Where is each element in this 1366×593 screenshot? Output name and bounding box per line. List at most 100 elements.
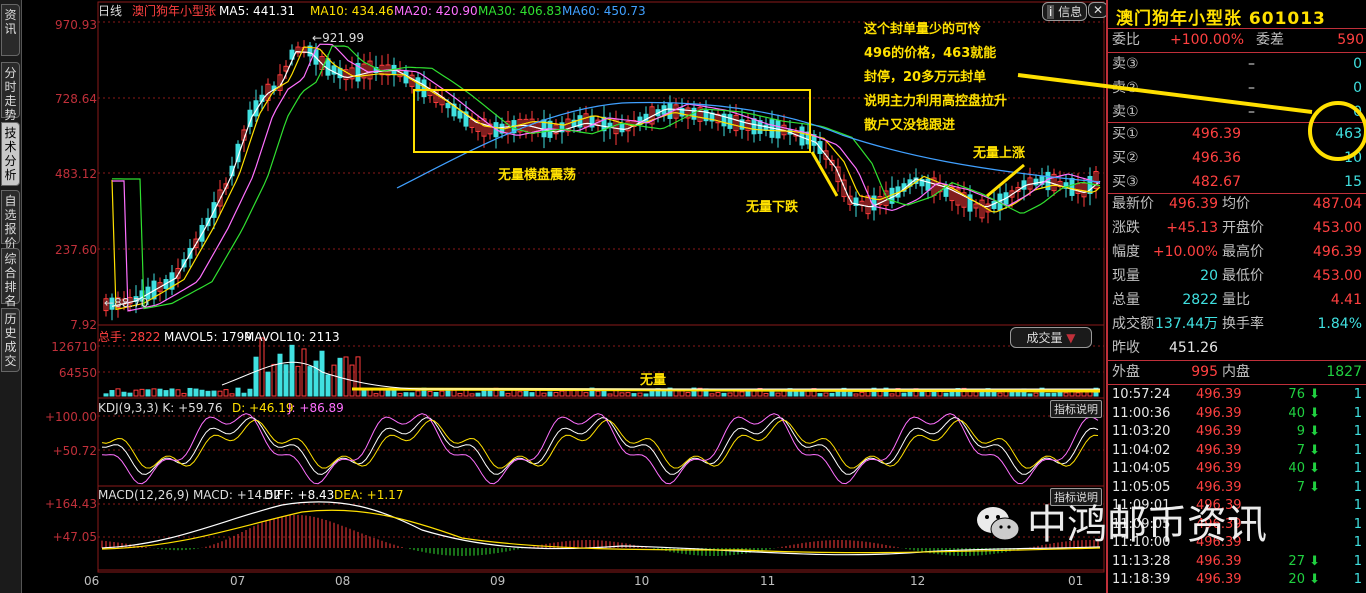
tick-volume: 40 ⬇ (1288, 461, 1320, 476)
tick-row: 11:18:39 496.39 20 ⬇ 1 (1108, 571, 1366, 589)
volume-bar (163, 390, 169, 397)
volume-bar (235, 387, 241, 397)
volume-bar (853, 393, 859, 397)
volume-bar (145, 389, 151, 397)
kdj-tick: +100.00 (44, 410, 97, 424)
month-tick: 11 (760, 574, 776, 588)
macd-tick: +164.43 (44, 497, 97, 511)
volume-bar (817, 393, 823, 397)
price-tick: 7.92 (70, 318, 97, 332)
month-tick: 08 (335, 574, 351, 588)
quote-cell: 137.44万 (1155, 316, 1218, 332)
quote-cell: 496.39 (1196, 572, 1242, 587)
quote-cell: 1 (1353, 442, 1362, 458)
tick-row: 11:13:28 496.39 27 ⬇ 1 (1108, 553, 1366, 571)
volume-bar (517, 391, 523, 397)
quote-cell: 10 (1344, 150, 1362, 166)
volume-bar (799, 390, 805, 397)
macd-title: MACD(12,26,9) MACD: +14.52 (98, 488, 282, 502)
quote-cell: +45.13 (1166, 220, 1218, 236)
macd-diff-label: DIFF: +8.43 (264, 488, 335, 502)
quote-cell: 496.39 (1196, 553, 1242, 569)
quote-cell: 昨收 (1112, 340, 1140, 356)
volume-bar (403, 392, 409, 397)
side-tab-3[interactable]: 技术分析 (1, 122, 20, 186)
quote-cell: 496.39 (1196, 461, 1242, 476)
quote-cell: 20 (1200, 268, 1218, 284)
quote-cell: 10:57:24 (1112, 387, 1171, 402)
month-tick: 07 (230, 574, 246, 588)
volume-bar (373, 393, 379, 397)
tick-volume: 20 ⬇ (1288, 572, 1320, 587)
side-tab-2[interactable]: 分时走势 (1, 62, 20, 122)
quote-cell: 1.84% (1317, 316, 1362, 332)
volume-annotation: 无量 (640, 373, 667, 388)
volume-bar (541, 392, 547, 397)
stock-name-label: 澳门狗年小型张 (132, 4, 217, 18)
note-line: 这个封单量少的可怜 (864, 22, 982, 37)
quote-cell: 买① (1112, 126, 1139, 142)
quote-cell: 496.39 (1196, 405, 1242, 421)
kdj-title: KDJ(9,3,3) K: +59.76 (98, 401, 223, 415)
volume-bar (241, 392, 247, 397)
volume-bar (115, 388, 121, 397)
volume-bar (679, 390, 685, 397)
quote-cell: 1827 (1326, 364, 1362, 380)
note-line: 496的价格，463就能 (864, 46, 997, 61)
month-tick: 09 (490, 574, 506, 588)
candle-body (751, 118, 757, 135)
outer-inner-row: 外盘 995 内盘 1827 (1108, 361, 1366, 384)
price-tick: 728.64 (55, 92, 97, 106)
quote-cell: 496.39 (1196, 387, 1242, 402)
quote-cell: 量比 (1222, 292, 1250, 308)
ma30-label: MA30: 406.83 (478, 4, 562, 18)
info-button[interactable]: i 信息 (1042, 2, 1088, 21)
volume-bar (1045, 392, 1051, 397)
quote-title: 澳门狗年小型张 601013 (1116, 9, 1326, 29)
volume-bar (259, 337, 265, 397)
volume-bar (565, 390, 571, 397)
quote-cell: 1 (1353, 387, 1362, 402)
volume-indicator-button[interactable]: 成交量 ▼ (1010, 327, 1092, 348)
volume-bar (169, 388, 175, 397)
volume-bar (151, 388, 157, 397)
side-tab-1[interactable]: 资讯 (1, 4, 20, 56)
volume-bar (157, 388, 163, 397)
volume-bar (265, 371, 271, 397)
volume-bar (139, 388, 145, 397)
volume-bar (451, 389, 457, 397)
quote-cell: 1 (1353, 461, 1362, 476)
volume-bar (763, 392, 769, 397)
volume-bar (721, 392, 727, 397)
fall-annotation: 无量下跌 (746, 200, 799, 215)
note-line: 封停，20多万元封单 (864, 70, 987, 85)
volume-bar (415, 390, 421, 397)
side-tab-6[interactable]: 历史成交 (1, 308, 20, 372)
volume-bar (973, 391, 979, 397)
volume-bar (211, 390, 217, 397)
watermark: 中鸿邮币资讯 (975, 492, 1267, 550)
quote-cell: 482.67 (1192, 174, 1241, 190)
volume-bar (607, 393, 613, 397)
volume-bar (943, 392, 949, 397)
tick-volume: 9 ⬇ (1296, 424, 1320, 439)
quote-cell: 买③ (1112, 174, 1139, 190)
wechat-icon (977, 507, 1020, 541)
volume-bar (529, 392, 535, 397)
side-tab-5[interactable]: 综合排名 (1, 248, 20, 308)
quote-cell: 委比 (1112, 32, 1140, 48)
separator (1108, 384, 1366, 385)
quote-cell: +100.00% (1170, 32, 1245, 48)
dropdown-icon: ▼ (1066, 331, 1076, 345)
quote-cell: 1 (1353, 424, 1362, 439)
volume-bar (499, 390, 505, 397)
candle-body (727, 114, 733, 129)
kdj-d-label: D: +46.19 (232, 401, 294, 415)
kdj-help-button[interactable]: 指标说明 (1050, 400, 1102, 418)
side-tab-4[interactable]: 自选报价 (1, 190, 20, 250)
tick-row: 11:03:20 496.39 9 ⬇ 1 (1108, 423, 1366, 441)
quote-cell: – (1248, 80, 1255, 96)
bid-row: 买① 496.39 463 (1108, 123, 1366, 146)
sideways-annotation: 无量横盘震荡 (498, 168, 577, 183)
volume-bar (325, 374, 331, 397)
